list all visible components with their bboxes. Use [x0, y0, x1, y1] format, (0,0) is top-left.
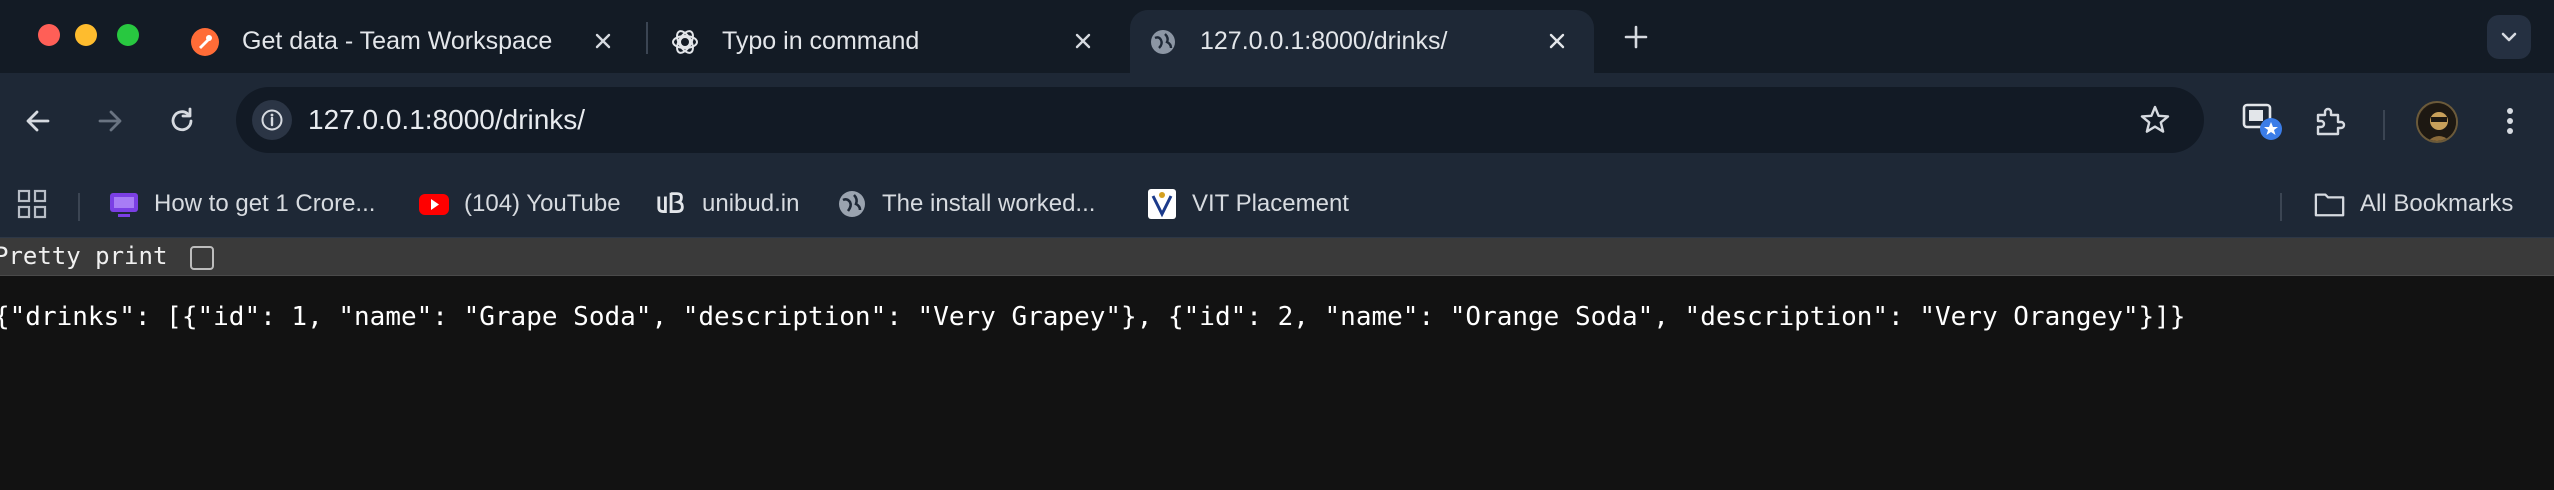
all-bookmarks-button[interactable]: All Bookmarks	[2314, 184, 2513, 224]
bookmark-star-icon[interactable]	[2136, 101, 2174, 139]
pretty-print-checkbox[interactable]	[190, 246, 214, 270]
bookmark-how-to-get-1-crore[interactable]: How to get 1 Crore...	[108, 184, 375, 224]
apps-grid-icon	[16, 188, 48, 220]
tv-icon	[108, 188, 140, 220]
tab-title: 127.0.0.1:8000/drinks/	[1200, 27, 1448, 55]
bookmarks-separator	[78, 193, 80, 221]
bookmarks-bar: How to get 1 Crore... (104) YouTube unib…	[0, 171, 2554, 238]
openai-icon	[670, 27, 700, 57]
back-button[interactable]	[14, 97, 62, 145]
tab-groups-extension-icon[interactable]	[2238, 97, 2286, 145]
vit-logo-icon	[1146, 188, 1178, 220]
unibud-icon	[656, 188, 688, 220]
postman-icon	[190, 27, 220, 57]
forward-button[interactable]	[86, 97, 134, 145]
all-bookmarks-label: All Bookmarks	[2360, 190, 2514, 217]
chevron-down-icon	[2501, 32, 2517, 42]
url-text[interactable]: 127.0.0.1:8000/drinks/	[308, 104, 585, 136]
globe-icon	[1148, 27, 1178, 57]
json-response-text: {"drinks": [{"id": 1, "name": "Grape Sod…	[0, 302, 2186, 332]
tab-get-data[interactable]: Get data - Team Workspace	[190, 10, 640, 73]
bookmarks-separator	[2280, 193, 2282, 221]
pretty-print-label: Pretty print	[0, 242, 168, 270]
toolbar-separator	[2383, 110, 2385, 140]
tab-typo-in-command[interactable]: Typo in command	[670, 10, 1120, 73]
bookmark-label: VIT Placement	[1192, 190, 1349, 217]
tab-search-button[interactable]	[2487, 15, 2531, 59]
bookmark-label: The install worked...	[882, 190, 1096, 217]
arrow-left-icon	[26, 110, 50, 132]
maximize-window-button[interactable]	[117, 24, 139, 46]
bookmark-youtube[interactable]: (104) YouTube	[418, 184, 621, 224]
reload-button[interactable]	[158, 97, 206, 145]
folder-icon	[2314, 188, 2346, 220]
new-tab-button[interactable]	[1616, 17, 1656, 57]
bookmark-vit-placement[interactable]: VIT Placement	[1146, 184, 1349, 224]
close-window-button[interactable]	[38, 24, 60, 46]
bookmark-label: unibud.in	[702, 190, 800, 217]
site-info-icon[interactable]	[252, 100, 292, 140]
bookmark-label: How to get 1 Crore...	[154, 190, 376, 217]
bookmark-unibud[interactable]: unibud.in	[656, 184, 799, 224]
reload-icon	[171, 107, 193, 132]
bookmark-label: (104) YouTube	[464, 190, 621, 217]
minimize-window-button[interactable]	[75, 24, 97, 46]
youtube-icon	[418, 188, 450, 220]
apps-button[interactable]	[16, 184, 48, 224]
tab-separator	[646, 22, 648, 54]
tab-title: Typo in command	[722, 27, 920, 55]
close-tab-icon[interactable]	[1066, 24, 1100, 58]
close-tab-icon[interactable]	[586, 24, 620, 58]
more-menu-icon[interactable]	[2486, 97, 2534, 145]
toolbar: 127.0.0.1:8000/drinks/	[0, 73, 2554, 171]
close-tab-icon[interactable]	[1540, 24, 1574, 58]
tab-strip: Get data - Team Workspace Typo in comman…	[0, 0, 2554, 73]
tab-drinks[interactable]: 127.0.0.1:8000/drinks/	[1130, 10, 1594, 73]
bookmark-install-worked[interactable]: The install worked...	[836, 184, 1095, 224]
tab-title: Get data - Team Workspace	[242, 27, 553, 55]
extensions-puzzle-icon[interactable]	[2306, 97, 2354, 145]
arrow-right-icon	[98, 110, 122, 132]
globe-icon	[836, 188, 868, 220]
avatar[interactable]	[2416, 101, 2458, 143]
pretty-print-bar: Pretty print	[0, 238, 2554, 276]
address-bar[interactable]: 127.0.0.1:8000/drinks/	[236, 87, 2204, 153]
